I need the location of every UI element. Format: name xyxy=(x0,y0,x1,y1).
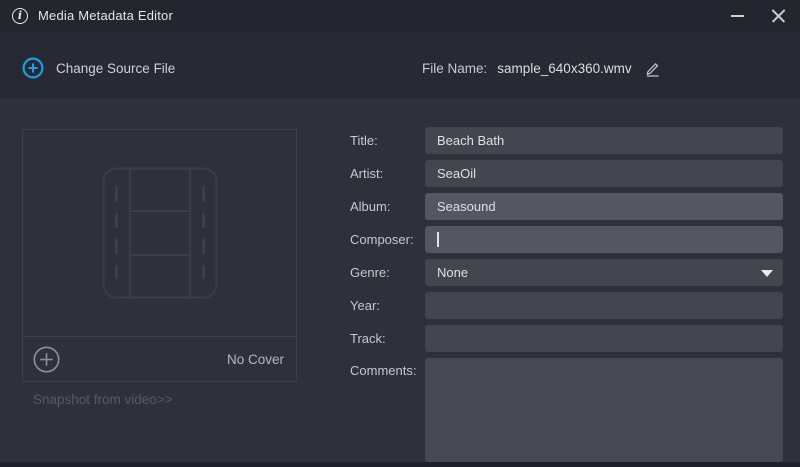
genre-dropdown[interactable]: None xyxy=(425,259,783,286)
field-row-year: Year: xyxy=(350,292,783,319)
composer-label: Composer: xyxy=(350,232,425,247)
change-source-file-label: Change Source File xyxy=(56,61,175,76)
year-input[interactable] xyxy=(425,292,783,319)
field-row-comments: Comments: xyxy=(350,358,783,462)
field-row-genre: Genre: None xyxy=(350,259,783,286)
titlebar: i Media Metadata Editor xyxy=(0,0,800,31)
field-row-track: Track: xyxy=(350,325,783,352)
field-row-title: Title: Beach Bath xyxy=(350,127,783,154)
snapshot-from-video-link[interactable]: Snapshot from video>> xyxy=(33,392,173,407)
window-bottom-edge xyxy=(0,462,800,467)
genre-value: None xyxy=(437,265,468,280)
album-label: Album: xyxy=(350,199,425,214)
field-row-album: Album: Seasound xyxy=(350,193,783,220)
track-label: Track: xyxy=(350,331,425,346)
title-value: Beach Bath xyxy=(437,133,504,148)
comments-label: Comments: xyxy=(350,358,425,378)
genre-label: Genre: xyxy=(350,265,425,280)
artist-label: Artist: xyxy=(350,166,425,181)
header-band: Change Source File File Name: sample_640… xyxy=(0,31,800,98)
no-cover-label: No Cover xyxy=(227,352,284,367)
cover-preview xyxy=(23,130,296,336)
artist-value: SeaOil xyxy=(437,166,476,181)
add-cover-button[interactable] xyxy=(33,346,60,373)
info-icon-glyph: i xyxy=(18,10,22,21)
change-source-file-button[interactable]: Change Source File xyxy=(22,57,175,79)
minimize-icon xyxy=(731,15,744,17)
cover-footer: No Cover xyxy=(23,336,296,381)
album-input[interactable]: Seasound xyxy=(425,193,783,220)
field-row-composer: Composer: xyxy=(350,226,783,253)
file-name-group: File Name: sample_640x360.wmv xyxy=(422,60,661,77)
artist-input[interactable]: SeaOil xyxy=(425,160,783,187)
metadata-form: Title: Beach Bath Artist: SeaOil Album: … xyxy=(350,127,783,467)
album-value: Seasound xyxy=(437,199,496,214)
info-icon: i xyxy=(12,8,28,24)
track-input[interactable] xyxy=(425,325,783,352)
edit-pencil-icon[interactable] xyxy=(644,60,661,77)
comments-textarea[interactable] xyxy=(425,358,783,462)
cover-panel: No Cover xyxy=(22,129,297,382)
close-button[interactable] xyxy=(758,0,800,31)
year-label: Year: xyxy=(350,298,425,313)
file-name-label: File Name: xyxy=(422,61,487,76)
text-caret xyxy=(437,232,439,247)
title-input[interactable]: Beach Bath xyxy=(425,127,783,154)
field-row-artist: Artist: SeaOil xyxy=(350,160,783,187)
media-metadata-editor-window: i Media Metadata Editor Change Source Fi… xyxy=(0,0,800,467)
add-cover-plus-icon xyxy=(33,346,60,373)
window-title: Media Metadata Editor xyxy=(38,8,173,23)
film-strip-icon xyxy=(102,167,218,299)
add-circle-icon xyxy=(22,57,44,79)
minimize-button[interactable] xyxy=(716,0,758,31)
window-controls xyxy=(716,0,800,31)
title-label: Title: xyxy=(350,133,425,148)
composer-input[interactable] xyxy=(425,226,783,253)
chevron-down-icon xyxy=(761,270,773,277)
file-name-value: sample_640x360.wmv xyxy=(497,61,631,76)
